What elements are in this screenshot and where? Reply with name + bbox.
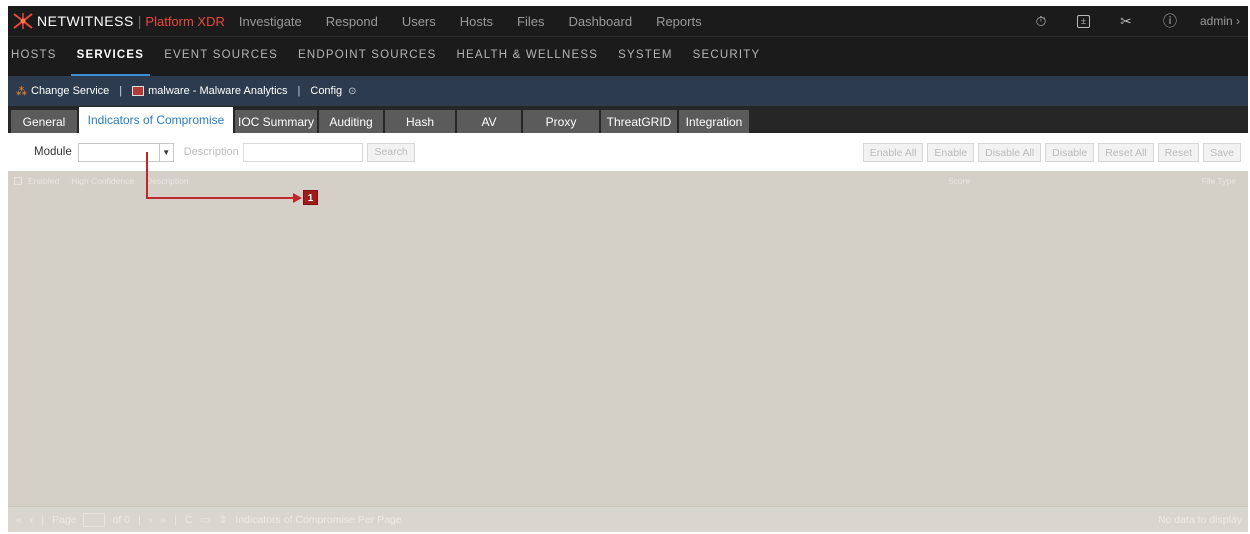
page-size-icon[interactable]: ▭ — [201, 514, 211, 526]
callout-number-badge: 1 — [303, 190, 318, 205]
config-tabs: General Indicators of Compromise IOC Sum… — [8, 106, 1248, 133]
primary-nav: Investigate Respond Users Hosts Files Da… — [239, 14, 726, 29]
platform-name: Platform XDR — [145, 13, 225, 29]
tab-ioc-summary[interactable]: IOC Summary — [235, 110, 317, 133]
filter-toolbar: Module ▼ Description Search Enable All E… — [8, 133, 1248, 171]
config-menu[interactable]: Config ⊙ — [310, 85, 356, 97]
description-input[interactable] — [242, 142, 363, 162]
top-right-controls: ⏱ ± ✂ ⓘ admin › — [1005, 6, 1241, 36]
nav-reports[interactable]: Reports — [656, 14, 702, 29]
ioc-grid: Enabled High Confidence Description Scor… — [8, 171, 1248, 506]
column-enabled[interactable]: Enabled — [28, 176, 59, 186]
change-service-label: Change Service — [31, 85, 110, 97]
callout-arrow-icon — [293, 193, 302, 203]
tab-general[interactable]: General — [11, 110, 77, 133]
select-all-checkbox[interactable] — [14, 177, 22, 185]
callout-line-horizontal — [146, 197, 298, 199]
search-button[interactable]: Search — [366, 142, 415, 162]
next-page-icon[interactable]: › — [149, 514, 153, 526]
calculator-icon[interactable]: ± — [1076, 14, 1090, 28]
admin-tab-hosts[interactable]: HOSTS — [11, 37, 57, 73]
first-page-icon[interactable]: « — [16, 514, 22, 526]
column-file-type[interactable]: File Type — [1202, 176, 1236, 186]
tab-proxy[interactable]: Proxy — [523, 110, 599, 133]
spinner-icon[interactable]: ⇕ — [218, 514, 227, 526]
top-navigation-bar: NETWITNESS | Platform XDR Investigate Re… — [8, 6, 1248, 36]
tools-icon[interactable]: ✂ — [1118, 13, 1134, 30]
save-button[interactable]: Save — [1203, 143, 1241, 162]
grid-header: Enabled High Confidence Description Scor… — [8, 171, 1248, 191]
disable-button[interactable]: Disable — [1045, 143, 1095, 162]
module-select[interactable]: ▼ — [77, 142, 174, 162]
config-label: Config — [310, 85, 343, 97]
change-service-button[interactable]: ⁂ Change Service — [16, 85, 109, 98]
brand-logo[interactable]: NETWITNESS | Platform XDR — [12, 6, 225, 36]
module-label: Module — [34, 146, 72, 158]
nav-users[interactable]: Users — [402, 14, 436, 29]
reset-all-button[interactable]: Reset All — [1098, 143, 1154, 162]
column-description[interactable]: Description — [146, 176, 189, 186]
divider: | — [41, 513, 45, 526]
brand-separator: | — [137, 13, 142, 29]
description-label: Description — [183, 146, 239, 158]
action-buttons: Enable All Enable Disable All Disable Re… — [862, 143, 1241, 162]
current-service: malware - Malware Analytics — [148, 85, 288, 97]
nav-respond[interactable]: Respond — [326, 14, 378, 29]
chevron-down-circle-icon: ⊙ — [348, 86, 357, 97]
admin-tab-health-wellness[interactable]: HEALTH & WELLNESS — [456, 37, 598, 73]
tab-indicators-of-compromise[interactable]: Indicators of Compromise — [79, 107, 233, 133]
divider: | — [119, 85, 123, 97]
user-menu[interactable]: admin › — [1200, 14, 1240, 28]
service-tree-icon: ⁂ — [16, 85, 27, 98]
callout-line-vertical — [146, 152, 148, 199]
user-name: admin — [1199, 14, 1233, 28]
column-high-confidence[interactable]: High Confidence — [71, 176, 134, 186]
reset-button[interactable]: Reset — [1157, 143, 1200, 162]
chevron-down-icon[interactable]: ▼ — [158, 143, 173, 161]
divider: | — [297, 85, 301, 97]
refresh-icon[interactable]: C — [185, 514, 193, 526]
admin-tab-event-sources[interactable]: EVENT SOURCES — [164, 37, 278, 73]
help-icon[interactable]: ⓘ — [1162, 11, 1178, 31]
divider: | — [138, 513, 141, 526]
admin-tab-endpoint-sources[interactable]: ENDPOINT SOURCES — [298, 37, 436, 73]
app-window: NETWITNESS | Platform XDR Investigate Re… — [8, 6, 1248, 532]
nav-files[interactable]: Files — [517, 14, 544, 29]
admin-tab-services[interactable]: SERVICES — [70, 37, 150, 77]
page-of-count: of 0 — [112, 513, 131, 526]
tab-threatgrid[interactable]: ThreatGRID — [601, 110, 677, 133]
admin-tab-system[interactable]: SYSTEM — [618, 37, 673, 73]
admin-tab-security[interactable]: SECURITY — [693, 37, 761, 73]
service-bar: ⁂ Change Service | malware - Malware Ana… — [8, 76, 1248, 106]
enable-button[interactable]: Enable — [927, 143, 975, 162]
chevron-right-icon: › — [1236, 14, 1240, 28]
disable-all-button[interactable]: Disable All — [978, 143, 1042, 162]
tab-hash[interactable]: Hash — [385, 110, 455, 133]
grid-status: No data to display — [1157, 513, 1242, 526]
enable-all-button[interactable]: Enable All — [862, 143, 924, 162]
prev-page-icon[interactable]: ‹ — [30, 514, 34, 526]
netwitness-logo-icon — [12, 12, 34, 30]
malware-service-icon — [132, 86, 145, 96]
grid-pager: « ‹ | Page of 0 | › » | C ▭ ⇕ Indicators… — [8, 506, 1248, 532]
page-number-input[interactable] — [82, 512, 105, 527]
brand-name: NETWITNESS — [37, 13, 134, 29]
tab-auditing[interactable]: Auditing — [319, 110, 383, 133]
nav-investigate[interactable]: Investigate — [239, 14, 302, 29]
tab-av[interactable]: AV — [457, 110, 521, 133]
admin-nav-bar: HOSTS SERVICES EVENT SOURCES ENDPOINT SO… — [8, 36, 1248, 77]
divider: | — [174, 513, 177, 526]
column-score[interactable]: Score — [948, 176, 970, 186]
timer-icon[interactable]: ⏱ — [1033, 13, 1049, 30]
last-page-icon[interactable]: » — [160, 514, 166, 526]
page-label: Page — [52, 513, 77, 526]
per-page-label: Indicators of Compromise Per Page — [235, 513, 402, 526]
nav-dashboard[interactable]: Dashboard — [568, 14, 632, 29]
tab-integration[interactable]: Integration — [679, 110, 749, 133]
nav-hosts[interactable]: Hosts — [460, 14, 493, 29]
